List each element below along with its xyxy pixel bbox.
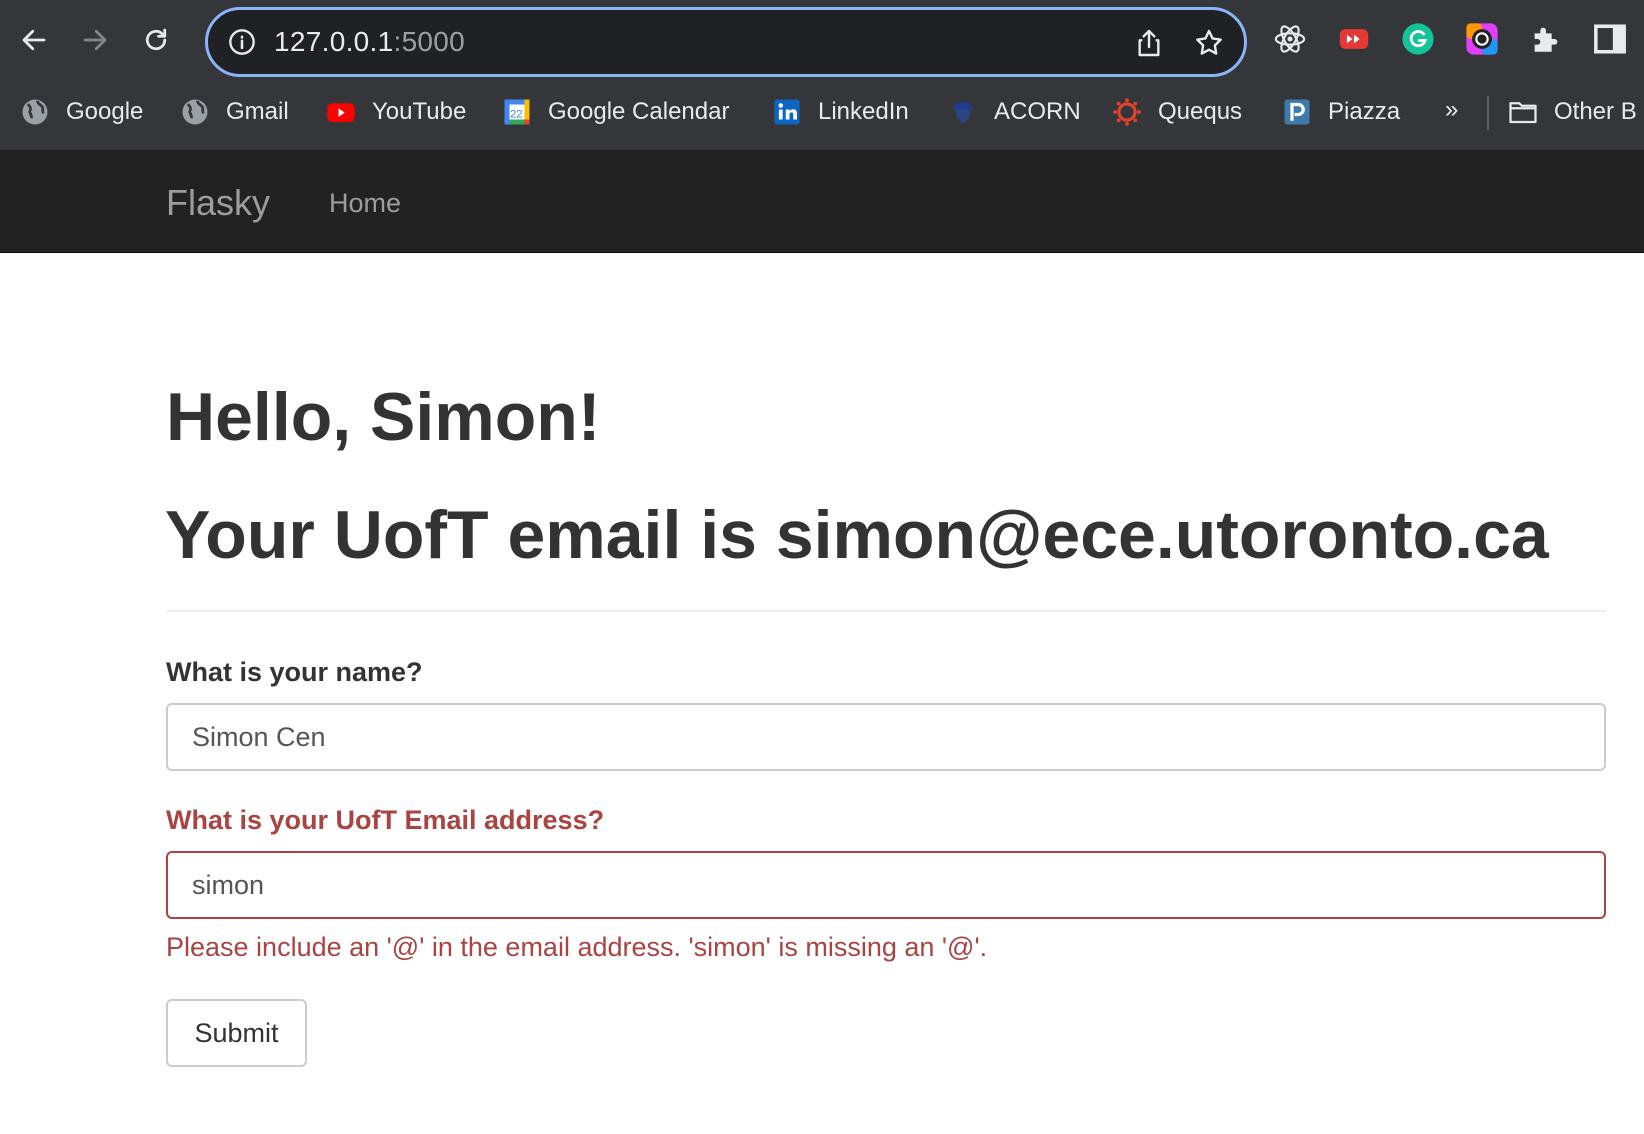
address-bar[interactable]: 127.0.0.1:5000 bbox=[205, 7, 1247, 77]
color-picker-extension[interactable] bbox=[1465, 22, 1499, 56]
linkedin-icon bbox=[772, 97, 802, 127]
bookmark-google-calendar[interactable]: 22 Google Calendar bbox=[502, 92, 729, 132]
url-port: :5000 bbox=[393, 26, 466, 57]
url-text: 127.0.0.1:5000 bbox=[274, 26, 465, 58]
side-panel-button[interactable] bbox=[1593, 22, 1627, 56]
canvas-icon bbox=[1112, 97, 1142, 127]
grammarly-extension[interactable] bbox=[1401, 22, 1435, 56]
calendar-icon: 22 bbox=[502, 97, 532, 127]
globe-icon bbox=[20, 97, 50, 127]
extensions-button[interactable] bbox=[1529, 22, 1563, 56]
name-field-label: What is your name? bbox=[166, 657, 423, 687]
bookmark-quequs[interactable]: Quequs bbox=[1112, 92, 1242, 132]
email-heading: Your UofT email is simon@ece.utoronto.ca bbox=[165, 497, 1549, 573]
bookmark-label: Piazza bbox=[1328, 98, 1401, 125]
bookmark-acorn[interactable]: ACORN bbox=[948, 92, 1081, 132]
bookmark-label: LinkedIn bbox=[818, 98, 909, 125]
bookmark-gmail[interactable]: Gmail bbox=[180, 92, 289, 132]
bookmark-label: Google bbox=[66, 98, 144, 125]
bookmark-label: ACORN bbox=[994, 98, 1081, 125]
submit-button[interactable]: Submit bbox=[166, 999, 307, 1067]
bookmark-piazza[interactable]: Piazza bbox=[1282, 92, 1400, 132]
react-icon bbox=[1274, 25, 1306, 53]
svg-text:22: 22 bbox=[510, 109, 523, 121]
bookmark-label: Gmail bbox=[226, 98, 289, 125]
navbar-brand[interactable]: Flasky bbox=[166, 182, 270, 224]
forward-button[interactable] bbox=[75, 20, 115, 60]
youtube-icon bbox=[326, 97, 356, 127]
url-host: 127.0.0.1 bbox=[274, 26, 394, 57]
bookmark-label: YouTube bbox=[372, 98, 467, 125]
color-wheel-icon bbox=[1466, 23, 1498, 55]
other-bookmarks-folder[interactable]: Other B bbox=[1508, 92, 1637, 132]
video-speed-extension[interactable] bbox=[1337, 22, 1371, 56]
fast-forward-icon bbox=[1339, 29, 1369, 49]
greeting-heading: Hello, Simon! bbox=[166, 379, 601, 455]
reload-icon bbox=[145, 28, 167, 51]
star-icon[interactable] bbox=[1193, 27, 1225, 59]
bookmark-label: Google Calendar bbox=[548, 98, 730, 125]
acorn-icon bbox=[948, 97, 978, 127]
other-bookmarks-label: Other B bbox=[1554, 98, 1637, 125]
bookmark-google[interactable]: Google bbox=[20, 92, 143, 132]
nav-link-home[interactable]: Home bbox=[329, 188, 401, 219]
share-icon[interactable] bbox=[1133, 27, 1165, 59]
bookmark-label: Quequs bbox=[1158, 98, 1243, 125]
grammarly-icon bbox=[1402, 23, 1434, 55]
side-panel-icon bbox=[1594, 24, 1626, 54]
bookmarks-bar: Google Gmail YouTube 22 Google Calendar … bbox=[0, 88, 1644, 140]
reload-button[interactable] bbox=[136, 20, 176, 60]
piazza-icon bbox=[1282, 97, 1312, 127]
bookmark-linkedin[interactable]: LinkedIn bbox=[772, 92, 909, 132]
email-input[interactable]: simon bbox=[166, 851, 1606, 919]
folder-icon bbox=[1508, 97, 1538, 127]
puzzle-piece-icon bbox=[1534, 27, 1558, 52]
site-navbar: Flasky Home bbox=[0, 150, 1644, 253]
browser-toolbar: 127.0.0.1:5000 bbox=[0, 0, 1644, 84]
react-devtools-extension[interactable] bbox=[1273, 22, 1307, 56]
back-button[interactable] bbox=[14, 20, 54, 60]
name-input[interactable]: Simon Cen bbox=[166, 703, 1606, 771]
email-error-message: Please include an '@' in the email addre… bbox=[166, 932, 988, 962]
arrow-left-icon bbox=[22, 29, 46, 51]
info-icon[interactable] bbox=[228, 28, 256, 56]
bookmarks-separator bbox=[1487, 96, 1489, 130]
bookmarks-overflow-button[interactable]: » bbox=[1445, 96, 1458, 124]
browser-chrome: 127.0.0.1:5000 Google Gmail YouTube 22 G… bbox=[0, 0, 1644, 150]
divider bbox=[166, 610, 1606, 612]
arrow-right-icon bbox=[83, 29, 107, 51]
globe-icon bbox=[180, 97, 210, 127]
email-field-label: What is your UofT Email address? bbox=[166, 805, 605, 835]
bookmark-youtube[interactable]: YouTube bbox=[326, 92, 466, 132]
